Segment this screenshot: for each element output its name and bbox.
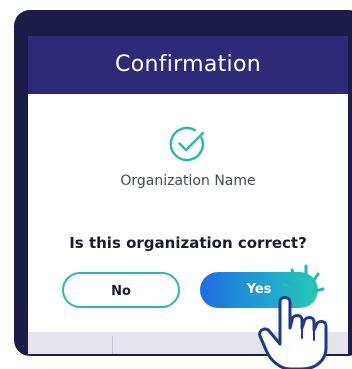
check-circle-icon <box>169 126 205 162</box>
confirmation-question: Is this organization correct? <box>69 234 307 252</box>
no-button[interactable]: No <box>62 272 180 308</box>
divider <box>112 336 113 354</box>
screen: Confirmation Organization Name Is this o… <box>0 0 352 369</box>
dialog-title: Confirmation <box>115 52 261 77</box>
pointing-hand-icon <box>258 296 328 369</box>
organization-name: Organization Name <box>120 173 256 189</box>
